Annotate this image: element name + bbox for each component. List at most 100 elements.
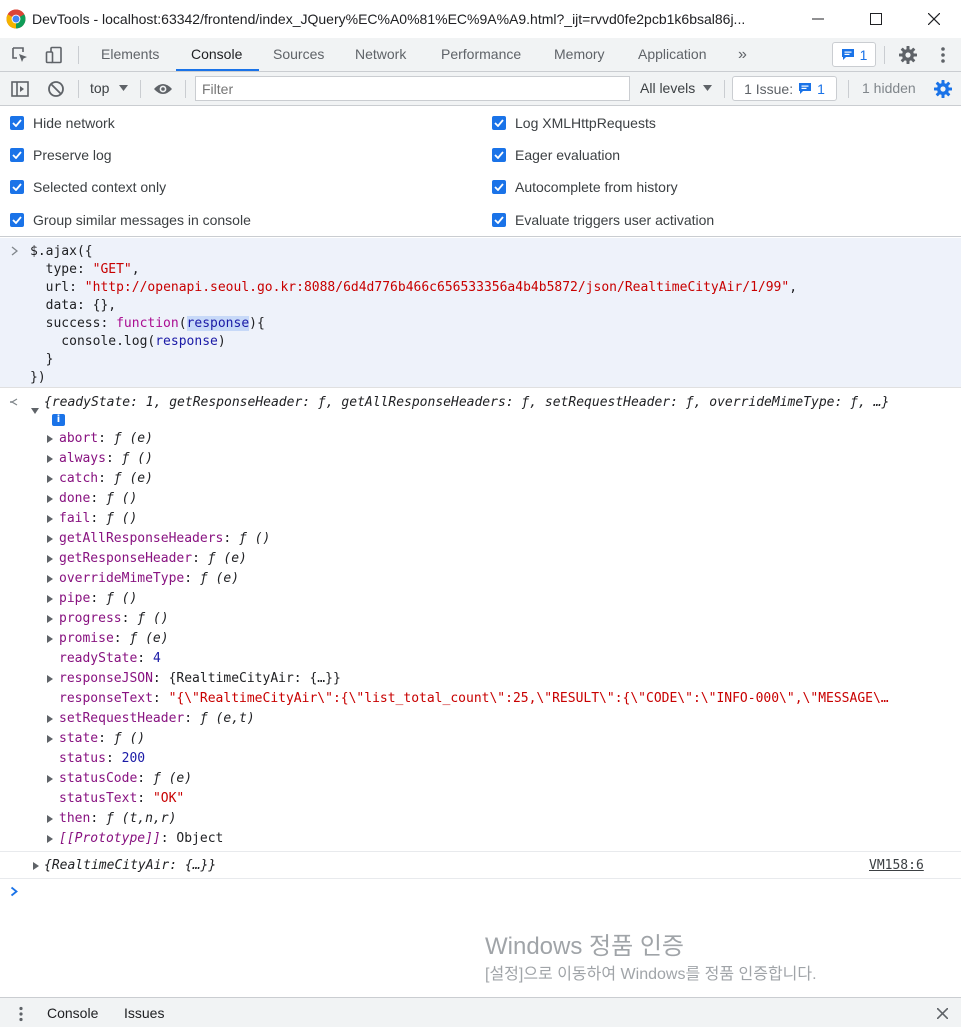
console-prompt-icon[interactable]: [10, 886, 18, 897]
drawer-tab-issues[interactable]: Issues: [124, 1005, 164, 1021]
checkbox-label: Autocomplete from history: [515, 179, 678, 195]
eager-evaluation-checkbox[interactable]: Eager evaluation: [492, 147, 620, 163]
property-row: statusText: "OK": [59, 791, 185, 806]
log-levels-dropdown[interactable]: All levels: [640, 80, 713, 96]
expand-arrow-icon[interactable]: [47, 615, 53, 623]
property-row[interactable]: then: ƒ (t,n,r): [59, 809, 939, 829]
log-message[interactable]: {RealtimeCityAir: {…}}: [44, 856, 216, 876]
tab-elements[interactable]: Elements: [101, 38, 159, 71]
tab-memory[interactable]: Memory: [554, 38, 605, 71]
property-name: done: [59, 491, 91, 506]
selected-context-only-checkbox[interactable]: Selected context only: [10, 179, 166, 195]
context-value: top: [90, 80, 110, 96]
customize-menu-button[interactable]: [932, 44, 954, 66]
clear-console-button[interactable]: [45, 78, 67, 100]
console-input-entry[interactable]: $.ajax({ type: "GET", url: "http://opena…: [0, 238, 961, 388]
expand-arrow-icon[interactable]: [47, 835, 53, 843]
checkbox-label: Hide network: [33, 115, 115, 131]
property-row[interactable]: getResponseHeader: ƒ (e): [59, 549, 939, 569]
tab-network[interactable]: Network: [355, 38, 406, 71]
drawer-tab-console[interactable]: Console: [47, 1005, 98, 1021]
property-row[interactable]: getAllResponseHeaders: ƒ (): [59, 529, 939, 549]
property-row[interactable]: done: ƒ (): [59, 489, 939, 509]
expand-arrow-icon[interactable]: [47, 775, 53, 783]
property-row[interactable]: abort: ƒ (e): [59, 429, 939, 449]
device-toolbar-button[interactable]: [43, 44, 65, 66]
issues-button[interactable]: 1 Issue: 1: [732, 76, 837, 101]
expand-arrow-icon[interactable]: [47, 475, 53, 483]
maximize-button[interactable]: [853, 0, 899, 38]
preserve-log-checkbox[interactable]: Preserve log: [10, 147, 112, 163]
gear-icon: [899, 46, 917, 64]
more-tabs-button[interactable]: »: [738, 38, 747, 71]
checkbox-checked-icon: [492, 180, 506, 194]
expand-arrow-icon[interactable]: [47, 735, 53, 743]
source-link[interactable]: VM158:6: [869, 856, 924, 876]
expand-arrow-icon[interactable]: [47, 715, 53, 723]
expand-arrow-icon[interactable]: [47, 435, 53, 443]
close-drawer-icon[interactable]: [937, 1008, 948, 1019]
property-name: status: [59, 751, 106, 766]
drawer-menu-icon[interactable]: [18, 1006, 24, 1022]
property-row[interactable]: catch: ƒ (e): [59, 469, 939, 489]
checkbox-checked-icon: [492, 148, 506, 162]
expand-arrow-icon[interactable]: [47, 535, 53, 543]
property-row[interactable]: setRequestHeader: ƒ (e,t): [59, 709, 939, 729]
collapse-arrow-icon[interactable]: [31, 408, 39, 414]
property-value: ƒ (): [121, 451, 153, 466]
windows-activation-subtitle: [설정]으로 이동하여 Windows를 정품 인증합니다.: [485, 966, 817, 983]
group-similar-checkbox[interactable]: Group similar messages in console: [10, 212, 251, 228]
expand-arrow-icon[interactable]: [47, 455, 53, 463]
expand-arrow-icon[interactable]: [33, 862, 39, 870]
settings-button[interactable]: [897, 44, 919, 66]
expand-arrow-icon[interactable]: [47, 515, 53, 523]
context-selector[interactable]: top: [90, 80, 129, 96]
property-row[interactable]: state: ƒ (): [59, 729, 939, 749]
expand-arrow-icon[interactable]: [47, 495, 53, 503]
expand-arrow-icon[interactable]: [47, 815, 53, 823]
expand-arrow-icon[interactable]: [47, 575, 53, 583]
separator: [78, 46, 79, 64]
tab-sources[interactable]: Sources: [273, 38, 324, 71]
minimize-button[interactable]: [795, 0, 841, 38]
tab-console[interactable]: Console: [191, 38, 242, 71]
inspect-element-button[interactable]: [9, 44, 31, 66]
property-row[interactable]: always: ƒ (): [59, 449, 939, 469]
tab-performance[interactable]: Performance: [441, 38, 521, 71]
separator: [140, 80, 141, 98]
inspect-cursor-icon: [12, 47, 27, 62]
property-name: always: [59, 451, 106, 466]
tab-application[interactable]: Application: [638, 38, 707, 71]
live-expression-button[interactable]: [152, 78, 174, 100]
evaluate-triggers-checkbox[interactable]: Evaluate triggers user activation: [492, 212, 714, 228]
expand-arrow-icon[interactable]: [47, 595, 53, 603]
property-row[interactable]: overrideMimeType: ƒ (e): [59, 569, 939, 589]
property-row[interactable]: [[Prototype]]: Object: [59, 829, 939, 849]
info-icon[interactable]: i: [52, 414, 65, 426]
code-line: url: "http://openapi.seoul.go.kr:8088/6d…: [30, 280, 798, 295]
expand-arrow-icon[interactable]: [47, 635, 53, 643]
checkbox-label: Preserve log: [33, 147, 112, 163]
result-summary[interactable]: {readyState: 1, getResponseHeader: ƒ, ge…: [44, 393, 944, 413]
messages-badge-button[interactable]: 1: [832, 42, 876, 67]
hide-network-checkbox[interactable]: Hide network: [10, 115, 115, 131]
log-xmlhttprequests-checkbox[interactable]: Log XMLHttpRequests: [492, 115, 656, 131]
property-row[interactable]: progress: ƒ (): [59, 609, 939, 629]
close-window-button[interactable]: [911, 0, 957, 38]
property-row[interactable]: pipe: ƒ (): [59, 589, 939, 609]
expand-arrow-icon[interactable]: [47, 555, 53, 563]
property-row[interactable]: promise: ƒ (e): [59, 629, 939, 649]
console-settings-button[interactable]: [932, 78, 954, 100]
code-line: data: {},: [30, 298, 117, 313]
property-name: fail: [59, 511, 91, 526]
expand-arrow-icon[interactable]: [47, 675, 53, 683]
property-row[interactable]: statusCode: ƒ (e): [59, 769, 939, 789]
show-sidebar-button[interactable]: [9, 78, 31, 100]
separator: [724, 80, 725, 98]
property-row[interactable]: fail: ƒ (): [59, 509, 939, 529]
filter-input[interactable]: [195, 76, 630, 101]
autocomplete-history-checkbox[interactable]: Autocomplete from history: [492, 179, 678, 195]
message-icon: [799, 83, 812, 94]
checkbox-checked-icon: [492, 116, 506, 130]
property-row[interactable]: responseJSON: {RealtimeCityAir: {…}}: [59, 669, 939, 689]
